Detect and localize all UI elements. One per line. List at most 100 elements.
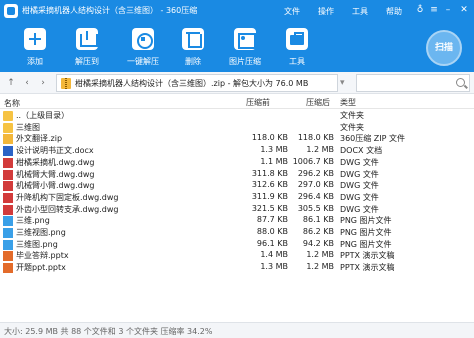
file-type: DWG 文件 (340, 181, 379, 191)
png-file-icon (3, 228, 13, 238)
file-name: 毕业答辩.pptx (16, 251, 69, 261)
file-row[interactable]: 柑橘采摘机.dwg.dwg 1.1 MB 1006.7 KB DWG 文件 (0, 157, 474, 169)
delete-label: 删除 (185, 57, 201, 66)
file-size: 1.3 MB (260, 145, 288, 155)
file-row[interactable]: 三维图.png 96.1 KB 94.2 KB PNG 图片文件 (0, 239, 474, 251)
dwg-file-icon (3, 204, 13, 215)
list-header: ∧ 名称 压缩前 压缩后 类型 (0, 95, 474, 109)
back-icon[interactable]: ‹ (20, 76, 34, 90)
address-bar[interactable]: 柑橘采摘机器人结构设计（含三维图）.zip - 解包大小为 76.0 MB V (56, 74, 389, 92)
file-packed-size: 296.4 KB (297, 191, 334, 201)
file-type: DWG 文件 (340, 157, 379, 167)
minimize-icon[interactable]: – (442, 4, 454, 16)
file-row[interactable]: 毕业答辩.pptx 1.4 MB 1.2 MB PPTX 演示文稿 (0, 250, 474, 262)
extract-to-button[interactable]: 解压到 (64, 28, 110, 67)
image-compress-button[interactable]: 图片压缩 (222, 28, 268, 67)
file-name: 三维视图.png (16, 228, 66, 237)
menu-tools[interactable]: 工具 (352, 6, 368, 17)
file-type: 360压缩 ZIP 文件 (340, 134, 406, 144)
onekey-extract-button[interactable]: 一键解压 (120, 28, 166, 67)
column-name[interactable]: 名称 (4, 98, 20, 109)
file-row[interactable]: 外齿小型回转支承.dwg.dwg 321.5 KB 305.5 KB DWG 文件 (0, 204, 474, 216)
extract-icon (76, 28, 98, 50)
file-size: 1.4 MB (260, 250, 288, 260)
scan-button[interactable]: 扫描 (426, 30, 462, 66)
file-row[interactable]: 外文翻译.zip 118.0 KB 118.0 KB 360压缩 ZIP 文件 (0, 133, 474, 145)
file-packed-size: 1.2 MB (306, 262, 334, 272)
file-size: 88.0 KB (256, 227, 288, 236)
png-file-icon (3, 239, 13, 250)
file-type: DWG 文件 (340, 169, 379, 179)
search-icon[interactable] (456, 78, 465, 87)
file-type: PNG 图片文件 (340, 216, 392, 226)
history-dropdown-icon[interactable]: ▾ (340, 76, 350, 90)
dwg-file-icon (3, 169, 13, 180)
column-packed[interactable]: 压缩后 (306, 97, 330, 108)
file-packed-size: 1.2 MB (306, 250, 334, 260)
extract-label: 解压到 (75, 57, 99, 66)
file-row[interactable]: ..（上级目录） 文件夹 (0, 110, 474, 122)
file-name: 开题ppt.pptx (16, 263, 66, 273)
file-name: 机械臂小臂.dwg.dwg (16, 181, 95, 191)
file-size: 118.0 KB (251, 133, 288, 143)
file-row[interactable]: 设计说明书正文.docx 1.3 MB 1.2 MB DOCX 文档 (0, 145, 474, 157)
file-type: DWG 文件 (340, 204, 379, 214)
status-text: 大小: 25.9 MB 共 88 个文件和 3 个文件夹 压缩率 34.2% (4, 327, 213, 336)
column-size[interactable]: 压缩前 (246, 97, 270, 108)
file-name: 三维图 (16, 122, 40, 132)
tools-label: 工具 (289, 57, 305, 66)
folder-file-icon (3, 122, 13, 133)
menu-icon[interactable]: ≡ (428, 4, 440, 16)
file-packed-size: 94.2 KB (302, 238, 334, 248)
file-packed-size: 86.1 KB (302, 215, 334, 225)
onekey-extract-label: 一键解压 (127, 57, 159, 66)
menu-file[interactable]: 文件 (284, 6, 300, 17)
tools-button[interactable]: 工具 (274, 28, 320, 67)
delete-button[interactable]: 删除 (170, 28, 216, 67)
add-button[interactable]: 添加 (12, 28, 58, 67)
file-name: 三维图.png (16, 239, 58, 249)
close-icon[interactable]: ✕ (458, 4, 470, 16)
file-row[interactable]: 三维.png 87.7 KB 86.1 KB PNG 图片文件 (0, 215, 474, 227)
app-logo-icon (4, 4, 18, 18)
file-size: 321.5 KB (251, 203, 288, 213)
dwg-file-icon (3, 157, 13, 168)
file-size: 311.9 KB (251, 191, 288, 201)
file-name: 外齿小型回转支承.dwg.dwg (16, 204, 119, 214)
file-name: ..（上级目录） (16, 111, 70, 120)
window-title: 柑橘采摘机器人结构设计（含三维图） - 360压缩 (22, 6, 198, 15)
file-row[interactable]: 开题ppt.pptx 1.3 MB 1.2 MB PPTX 演示文稿 (0, 262, 474, 274)
forward-icon[interactable]: › (36, 76, 50, 90)
delete-icon (182, 28, 204, 50)
file-packed-size: 305.5 KB (297, 203, 334, 213)
file-type: PPTX 演示文稿 (340, 251, 395, 261)
file-size: 96.1 KB (256, 238, 288, 248)
image-compress-icon (234, 28, 256, 50)
file-name: 外文翻译.zip (16, 134, 63, 144)
status-bar: 大小: 25.9 MB 共 88 个文件和 3 个文件夹 压缩率 34.2% (0, 322, 474, 338)
file-row[interactable]: 升降机构下固定板.dwg.dwg 311.9 KB 296.4 KB DWG 文件 (0, 192, 474, 204)
add-icon (24, 28, 46, 50)
pptx-file-icon (3, 251, 13, 262)
add-label: 添加 (27, 57, 43, 66)
file-type: 文件夹 (340, 122, 364, 132)
address-row: ↑ ‹ › 柑橘采摘机器人结构设计（含三维图）.zip - 解包大小为 76.0… (0, 72, 474, 94)
file-row[interactable]: 机械臂大臂.dwg.dwg 311.8 KB 296.2 KB DWG 文件 (0, 169, 474, 181)
up-arrow-icon[interactable]: ↑ (4, 76, 18, 90)
search-input[interactable] (356, 74, 470, 92)
file-type: PNG 图片文件 (340, 228, 392, 237)
file-name: 三维.png (16, 216, 50, 226)
skin-icon[interactable]: ♁ (414, 4, 426, 16)
file-packed-size: 1006.7 KB (292, 156, 334, 166)
file-row[interactable]: 三维视图.png 88.0 KB 86.2 KB PNG 图片文件 (0, 227, 474, 239)
dwg-file-icon (3, 181, 13, 192)
column-type[interactable]: 类型 (340, 97, 356, 108)
image-compress-label: 图片压缩 (229, 57, 261, 66)
file-row[interactable]: 三维图 文件夹 (0, 122, 474, 134)
menu-help[interactable]: 帮助 (386, 6, 402, 17)
menu-operation[interactable]: 操作 (318, 6, 334, 17)
file-packed-size: 118.0 KB (297, 133, 334, 143)
file-packed-size: 296.2 KB (297, 168, 334, 178)
file-row[interactable]: 机械臂小臂.dwg.dwg 312.6 KB 297.0 KB DWG 文件 (0, 180, 474, 192)
png-file-icon (3, 216, 13, 227)
